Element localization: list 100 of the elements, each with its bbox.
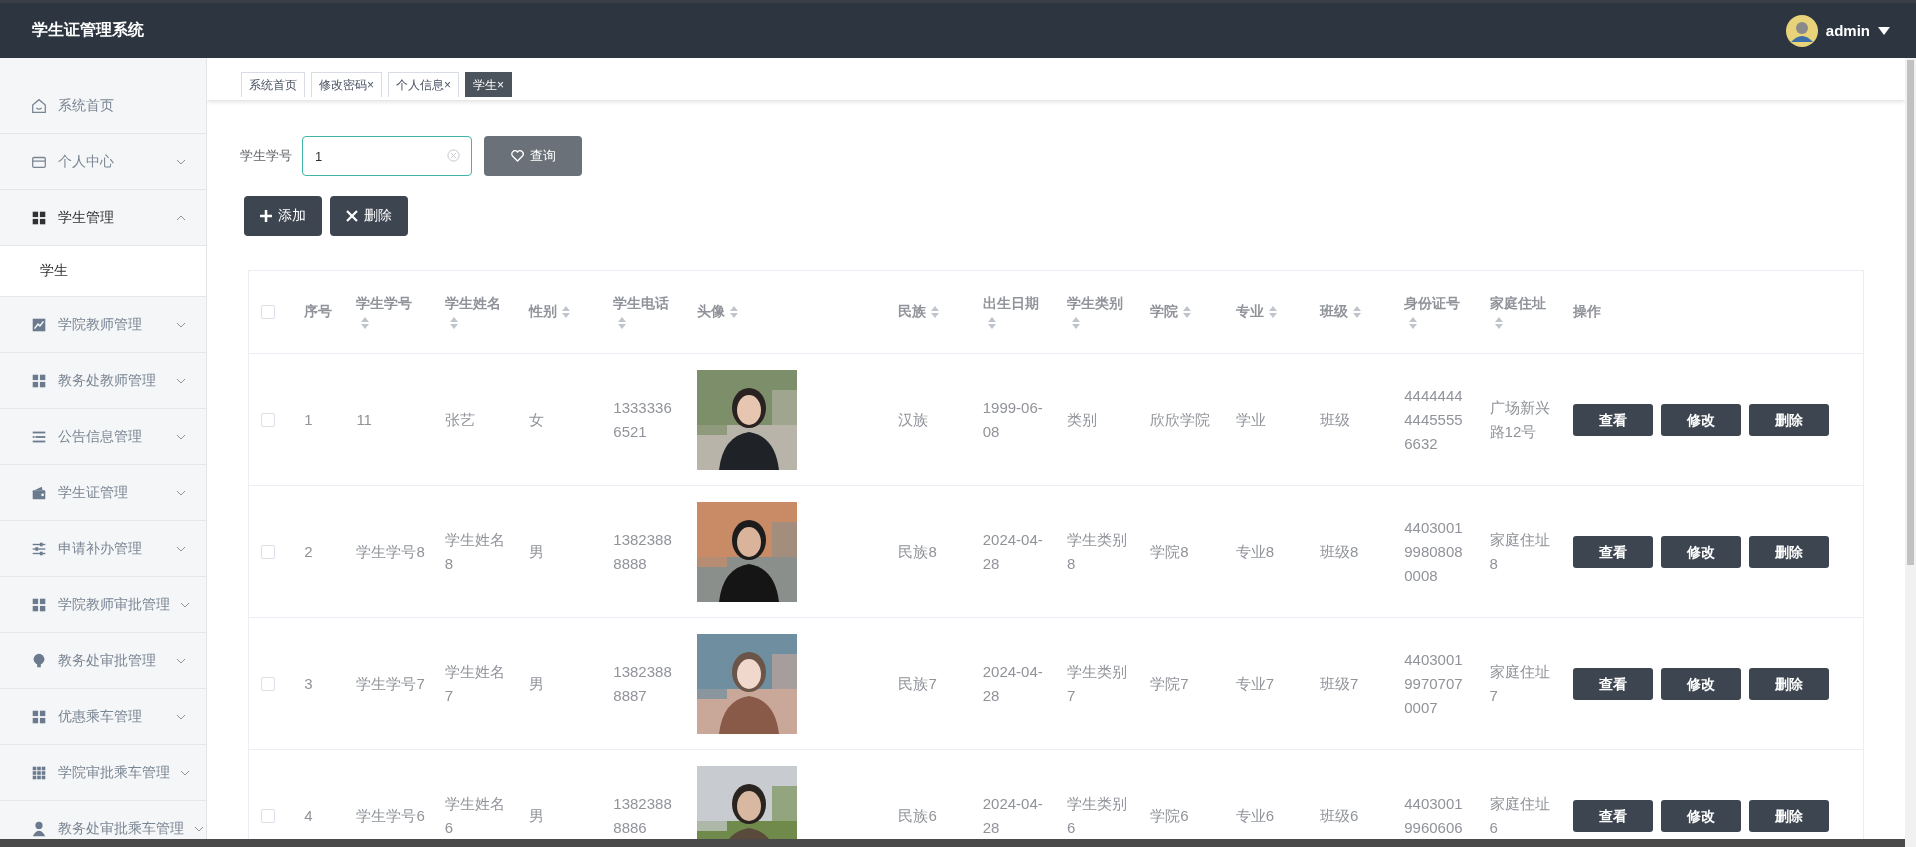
table-cell: 班级 xyxy=(1319,410,1350,428)
checkbox[interactable] xyxy=(261,676,275,691)
sidebar-item[interactable]: 公告信息管理 xyxy=(0,409,206,465)
table-cell: 13333366521 xyxy=(613,398,672,440)
table-cell: 民族7 xyxy=(898,674,937,692)
chevron-icon xyxy=(176,377,186,384)
view-button[interactable]: 查看 xyxy=(1572,667,1653,700)
checkbox[interactable] xyxy=(261,305,275,319)
column-header[interactable]: 身份证号 xyxy=(1404,271,1490,354)
delete-button[interactable]: 删除 xyxy=(1748,667,1829,700)
table-cell: 男 xyxy=(529,674,545,692)
page-tab[interactable]: 修改密码× xyxy=(311,72,382,97)
sort-icon[interactable] xyxy=(729,306,738,319)
column-header[interactable]: 性别 xyxy=(529,271,614,354)
sort-icon[interactable] xyxy=(987,317,996,329)
column-header[interactable]: 学生类别 xyxy=(1067,271,1151,354)
sort-icon[interactable] xyxy=(1409,317,1418,329)
column-header[interactable]: 学院 xyxy=(1150,271,1236,354)
caret-icon[interactable] xyxy=(1878,26,1890,35)
chevron-icon xyxy=(176,545,186,552)
delete-button[interactable]: 删除 xyxy=(1748,799,1829,832)
checkbox[interactable] xyxy=(261,808,275,823)
table-cell: 班级7 xyxy=(1319,674,1359,692)
view-button[interactable]: 查看 xyxy=(1572,799,1653,832)
edit-button[interactable]: 修改 xyxy=(1660,799,1741,832)
vertical-scrollbar[interactable] xyxy=(1905,58,1916,847)
table-cell: 专业8 xyxy=(1235,542,1274,560)
view-button[interactable]: 查看 xyxy=(1572,535,1653,568)
sidebar-item[interactable]: 教务处教师管理 xyxy=(0,353,206,409)
sidebar-subitem[interactable]: 学生 xyxy=(0,246,206,297)
sort-icon[interactable] xyxy=(1072,317,1080,329)
search-button[interactable]: 查询 xyxy=(484,136,582,176)
column-header[interactable]: 出生日期 xyxy=(982,271,1067,354)
sort-icon[interactable] xyxy=(1494,317,1503,329)
table-cell: 13823888886 xyxy=(613,794,672,836)
sort-icon[interactable] xyxy=(361,317,370,329)
user-name[interactable]: admin xyxy=(1825,22,1870,39)
table-cell: 班级8 xyxy=(1319,542,1359,560)
sidebar-item[interactable]: 系统首页 xyxy=(0,78,206,134)
sort-icon[interactable] xyxy=(1352,306,1361,319)
page-tab[interactable]: 学生× xyxy=(465,72,513,97)
sidebar-item[interactable]: 优惠乘车管理 xyxy=(0,689,206,745)
sidebar-item[interactable]: 申请补办管理 xyxy=(0,521,206,577)
sidebar-item[interactable]: 学院教师审批管理 xyxy=(0,577,206,633)
table-cell: 3 xyxy=(304,674,313,692)
checkbox[interactable] xyxy=(261,412,275,427)
close-icon xyxy=(346,210,358,222)
sort-icon[interactable] xyxy=(449,317,458,329)
delete-button[interactable]: 删除 xyxy=(330,196,408,236)
sort-icon[interactable] xyxy=(562,306,571,319)
table-cell: 444444444455556632 xyxy=(1404,386,1463,452)
field-label: 学生学号 xyxy=(240,147,292,165)
sort-icon[interactable] xyxy=(931,306,940,319)
sidebar-item[interactable]: 学院教师管理 xyxy=(0,297,206,353)
table-cell: 2024-04-28 xyxy=(982,530,1043,572)
table-cell: 2024-04-28 xyxy=(982,794,1043,836)
table-cell: 440300199808080008 xyxy=(1404,518,1463,584)
avatar-icon[interactable] xyxy=(1785,14,1818,47)
chevron-icon xyxy=(176,713,186,720)
column-header[interactable]: 班级 xyxy=(1319,271,1405,354)
column-header[interactable]: 家庭住址 xyxy=(1489,271,1573,354)
delete-button[interactable]: 删除 xyxy=(1748,403,1829,436)
clear-icon[interactable] xyxy=(447,149,460,162)
edit-button[interactable]: 修改 xyxy=(1660,403,1741,436)
page-tab[interactable]: 系统首页 xyxy=(241,72,305,97)
add-button[interactable]: 添加 xyxy=(244,196,322,236)
delete-button[interactable]: 删除 xyxy=(1748,535,1829,568)
table-cell: 学生类别7 xyxy=(1067,662,1127,704)
table-cell: 广场新兴路12号 xyxy=(1489,398,1550,440)
table-cell: 学生类别8 xyxy=(1067,530,1127,572)
edit-button[interactable]: 修改 xyxy=(1660,667,1741,700)
column-header[interactable]: 专业 xyxy=(1235,271,1320,354)
column-header[interactable]: 民族 xyxy=(898,271,983,354)
sidebar-item[interactable]: 教务处审批管理 xyxy=(0,633,206,689)
app-title: 学生证管理系统 xyxy=(32,20,145,40)
table-cell: 1 xyxy=(304,410,313,428)
sort-icon[interactable] xyxy=(1183,306,1192,319)
column-header[interactable]: 学生电话 xyxy=(613,271,697,354)
edit-button[interactable]: 修改 xyxy=(1660,535,1741,568)
column-header: 序号 xyxy=(304,271,357,354)
table-cell: 家庭住址7 xyxy=(1489,662,1550,704)
page-tab[interactable]: 个人信息× xyxy=(388,72,460,97)
view-button[interactable]: 查看 xyxy=(1572,403,1653,436)
table-cell: 4 xyxy=(304,806,313,824)
sidebar-item[interactable]: 学生证管理 xyxy=(0,465,206,521)
search-field[interactable]: 1 xyxy=(302,136,472,176)
table-cell: 专业6 xyxy=(1235,806,1274,824)
checkbox[interactable] xyxy=(261,544,275,559)
sort-icon[interactable] xyxy=(1268,306,1277,319)
column-header[interactable]: 学生学号 xyxy=(356,271,445,354)
column-header: 操作 xyxy=(1572,271,1863,354)
table-cell: 2 xyxy=(304,542,313,560)
chevron-icon xyxy=(176,489,186,496)
sidebar-item[interactable]: 个人中心 xyxy=(0,134,206,190)
table-cell: 欣欣学院 xyxy=(1150,410,1211,428)
sort-icon[interactable] xyxy=(618,317,627,329)
column-header[interactable]: 头像 xyxy=(696,271,899,354)
table-cell: 类别 xyxy=(1067,410,1097,428)
horizontal-scrollbar[interactable] xyxy=(0,839,1905,847)
sidebar-item[interactable]: 学院审批乘车管理 xyxy=(0,745,206,801)
